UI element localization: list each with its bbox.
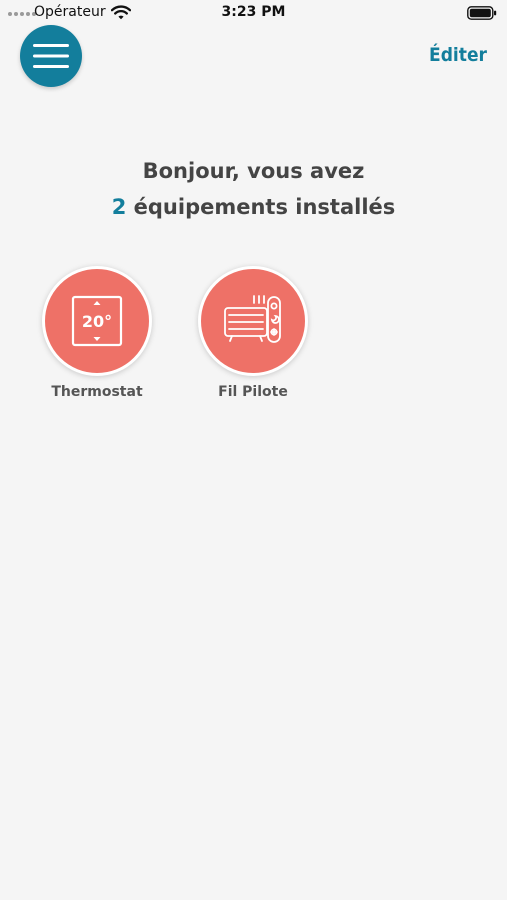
device-fil-pilote-label: Fil Pilote	[218, 384, 288, 400]
device-fil-pilote[interactable]: Fil Pilote	[198, 266, 308, 400]
device-thermostat-circle[interactable]: 20°	[42, 266, 152, 376]
device-thermostat-label: Thermostat	[51, 384, 143, 400]
edit-button[interactable]: Éditer	[429, 44, 487, 66]
device-count-suffix: équipements installés	[133, 195, 396, 219]
greeting-text: Bonjour, vous avez 2 équipements install…	[0, 153, 507, 225]
device-thermostat[interactable]: 20° Thermostat	[42, 266, 152, 400]
status-time: 3:23 PM	[221, 4, 286, 20]
radiator-icon	[224, 295, 281, 343]
battery-icon	[467, 6, 497, 20]
menu-button[interactable]	[20, 25, 82, 87]
device-fil-pilote-circle[interactable]	[198, 266, 308, 376]
hamburger-icon	[33, 44, 69, 68]
greeting-line-2: 2 équipements installés	[0, 189, 507, 225]
status-bar: Opérateur 3:23 PM	[0, 0, 507, 26]
greeting-line-1: Bonjour, vous avez	[142, 159, 365, 183]
device-count: 2	[111, 195, 127, 219]
thermostat-icon: 20°	[71, 295, 123, 347]
thermostat-value: 20°	[82, 312, 112, 331]
